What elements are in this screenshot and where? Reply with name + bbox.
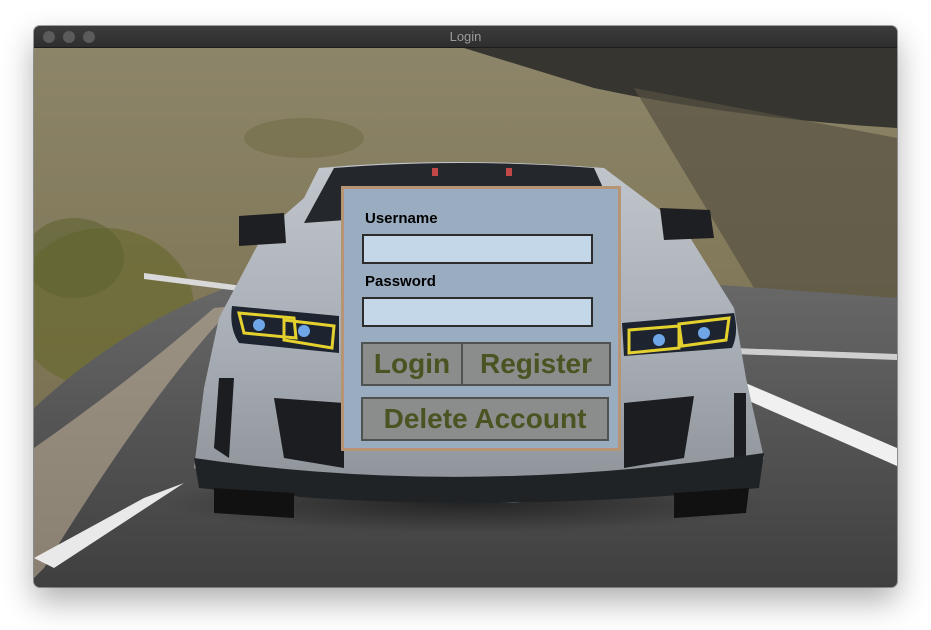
delete-account-button[interactable]: Delete Account [361, 397, 609, 441]
window-content: Username Password Login Register Delete … [34, 48, 897, 587]
login-button[interactable]: Login [361, 342, 463, 386]
password-input[interactable] [362, 297, 593, 327]
title-bar[interactable]: Login [34, 26, 897, 48]
username-input[interactable] [362, 234, 593, 264]
login-window: Login Username Password Login Register D… [34, 26, 897, 587]
password-label: Password [365, 273, 436, 290]
window-title: Login [449, 29, 482, 44]
username-label: Username [365, 210, 438, 227]
login-panel: Username Password Login Register Delete … [341, 186, 621, 451]
register-button[interactable]: Register [461, 342, 611, 386]
